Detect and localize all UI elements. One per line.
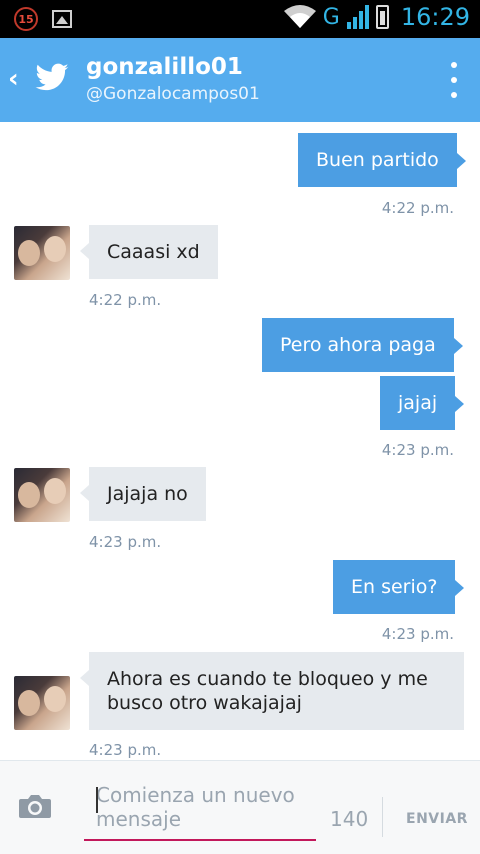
- incoming-message[interactable]: Ahora es cuando te bloqueo y me busco ot…: [80, 652, 464, 730]
- network-type: G: [322, 4, 340, 30]
- message-timestamp: 4:22 p.m.: [89, 291, 162, 309]
- message-text: jajaj: [398, 392, 438, 414]
- signal-icon: [346, 5, 369, 29]
- message-timestamp: 4:23 p.m.: [381, 441, 454, 459]
- message-composer: Comienza un nuevo mensaje 140 ENVIAR: [0, 760, 480, 854]
- incoming-message[interactable]: Jajaja no: [80, 467, 206, 521]
- message-input[interactable]: Comienza un nuevo mensaje: [84, 783, 316, 841]
- avatar[interactable]: [14, 468, 70, 522]
- message-timestamp: 4:23 p.m.: [89, 741, 162, 759]
- back-chevron-icon[interactable]: ‹: [8, 64, 19, 94]
- incoming-message[interactable]: Caaasi xd: [80, 225, 218, 279]
- send-button[interactable]: ENVIAR: [406, 811, 468, 827]
- wifi-icon: [283, 5, 316, 28]
- message-timestamp: 4:23 p.m.: [89, 533, 162, 551]
- message-timestamp: 4:23 p.m.: [381, 625, 454, 643]
- battery-icon: [375, 5, 389, 29]
- message-input-placeholder: Comienza un nuevo mensaje: [96, 783, 295, 831]
- message-text: Jajaja no: [107, 483, 188, 505]
- outgoing-message[interactable]: Buen partido: [298, 133, 466, 187]
- message-text: Pero ahora paga: [280, 334, 436, 356]
- outgoing-message[interactable]: jajaj: [380, 376, 465, 430]
- conversation-handle: @Gonzalocampos01: [86, 84, 260, 104]
- message-timestamp: 4:22 p.m.: [381, 199, 454, 217]
- twitter-bird-icon[interactable]: [34, 60, 70, 96]
- outgoing-message[interactable]: Pero ahora paga: [262, 318, 463, 372]
- message-text: Ahora es cuando te bloqueo y me busco ot…: [107, 668, 428, 714]
- divider: [382, 797, 383, 837]
- avatar[interactable]: [14, 676, 70, 730]
- outgoing-message[interactable]: En serio?: [333, 560, 466, 614]
- message-text: En serio?: [351, 576, 438, 598]
- message-text: Buen partido: [316, 149, 439, 171]
- message-text: Caaasi xd: [107, 241, 200, 263]
- character-counter: 140: [330, 807, 369, 831]
- overflow-menu-icon[interactable]: [450, 62, 458, 98]
- conversation-name: gonzalillo01: [86, 54, 243, 80]
- message-list[interactable]: Buen partido 4:22 p.m. Caaasi xd 4:22 p.…: [0, 122, 480, 760]
- conversation-header: ‹ gonzalillo01 @Gonzalocampos01: [0, 38, 480, 122]
- notification-count-icon: 15: [14, 7, 38, 31]
- avatar[interactable]: [14, 226, 70, 280]
- camera-icon[interactable]: [18, 793, 52, 819]
- clock: 16:29: [400, 3, 470, 31]
- text-caret: [96, 787, 98, 813]
- status-bar: 15 G 16:29: [0, 0, 480, 38]
- image-notification-icon: [52, 10, 72, 28]
